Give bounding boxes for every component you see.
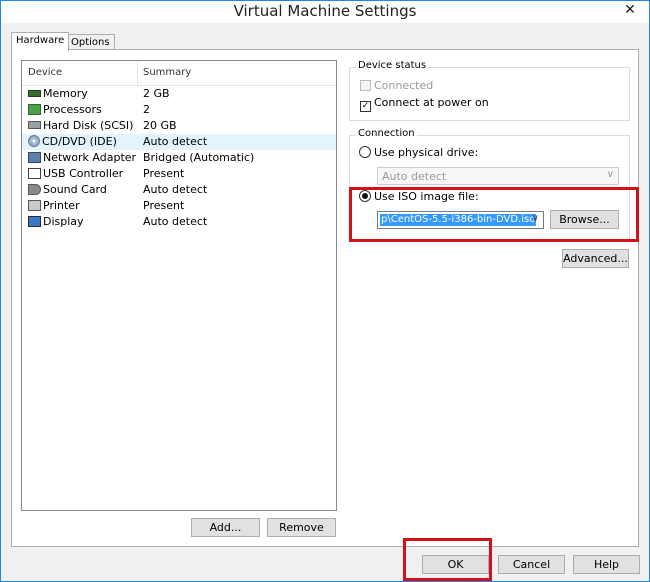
physical-drive-select[interactable]: Auto detect ∨ [377, 167, 619, 185]
connect-at-power-on-label: Connect at power on [374, 96, 489, 109]
window-title: Virtual Machine Settings [233, 2, 417, 20]
close-icon[interactable]: ✕ [617, 1, 643, 19]
processor-icon [28, 104, 41, 115]
title-bar: Virtual Machine Settings ✕ [1, 1, 649, 23]
use-physical-drive-radio[interactable]: Use physical drive: [359, 146, 478, 159]
device-row-processors[interactable]: Processors 2 [22, 102, 336, 118]
radio-button[interactable] [359, 146, 371, 158]
connected-checkbox[interactable]: Connected [360, 79, 433, 92]
device-row-display[interactable]: Display Auto detect [22, 214, 336, 230]
device-row-memory[interactable]: Memory 2 GB [22, 86, 336, 102]
add-device-button[interactable]: Add... [191, 518, 260, 537]
device-name: Network Adapter [43, 151, 137, 164]
device-summary: Present [143, 199, 185, 212]
device-name: Sound Card [43, 183, 107, 196]
device-summary: Auto detect [143, 135, 208, 148]
physical-drive-value: Auto detect [382, 170, 447, 183]
device-name: Processors [43, 103, 102, 116]
device-name: Memory [43, 87, 88, 100]
advanced-button[interactable]: Advanced... [562, 249, 629, 268]
device-status-title: Device status [356, 60, 429, 71]
device-list-header: Device Summary [22, 61, 336, 86]
summary-column-header[interactable]: Summary [143, 67, 191, 78]
virtual-machine-settings-window: Virtual Machine Settings ✕ Hardware Opti… [0, 0, 650, 582]
device-summary: 20 GB [143, 119, 177, 132]
checkmark-icon[interactable]: ✓ [360, 101, 371, 112]
iso-highlight-box [349, 187, 639, 242]
connect-at-power-on-checkbox[interactable]: ✓ Connect at power on [360, 96, 489, 112]
device-row-printer[interactable]: Printer Present [22, 198, 336, 214]
hard-disk-icon [28, 121, 41, 129]
checkbox-box[interactable] [360, 80, 371, 91]
remove-device-button[interactable]: Remove [267, 518, 336, 537]
chevron-down-icon[interactable]: ∨ [607, 169, 614, 180]
device-status-group: Device status [349, 60, 630, 121]
connection-title: Connection [356, 128, 417, 139]
device-row-sound-card[interactable]: Sound Card Auto detect [22, 182, 336, 198]
device-summary: Present [143, 167, 185, 180]
use-physical-drive-label: Use physical drive: [374, 146, 479, 159]
column-divider[interactable] [137, 61, 138, 85]
device-name: Printer [43, 199, 80, 212]
device-name: Hard Disk (SCSI) [43, 119, 134, 132]
ok-highlight-box [403, 538, 492, 581]
printer-icon [28, 200, 41, 211]
device-summary: Auto detect [143, 215, 208, 228]
device-name: USB Controller [43, 167, 124, 180]
network-adapter-icon [28, 152, 41, 163]
device-row-cd-dvd[interactable]: CD/DVD (IDE) Auto detect [22, 134, 336, 150]
tab-options[interactable]: Options [66, 34, 115, 50]
tab-hardware[interactable]: Hardware [11, 32, 70, 51]
device-row-network-adapter[interactable]: Network Adapter Bridged (Automatic) [22, 150, 336, 166]
device-summary: Auto detect [143, 183, 208, 196]
cancel-button[interactable]: Cancel [498, 555, 565, 574]
device-name: Display [43, 215, 84, 228]
device-row-hard-disk[interactable]: Hard Disk (SCSI) 20 GB [22, 118, 336, 134]
device-name: CD/DVD (IDE) [42, 135, 117, 148]
connected-label: Connected [374, 79, 434, 92]
device-list[interactable]: Device Summary Memory 2 GB Processors 2 … [21, 60, 337, 511]
device-summary: 2 [143, 103, 150, 116]
device-column-header[interactable]: Device [28, 67, 62, 78]
help-button[interactable]: Help [573, 555, 640, 574]
usb-controller-icon [28, 168, 41, 179]
device-summary: Bridged (Automatic) [143, 151, 255, 164]
memory-icon [28, 90, 41, 97]
device-summary: 2 GB [143, 87, 170, 100]
device-row-usb-controller[interactable]: USB Controller Present [22, 166, 336, 182]
display-icon [28, 216, 41, 227]
sound-card-icon [28, 184, 41, 195]
cd-dvd-icon [28, 135, 40, 147]
